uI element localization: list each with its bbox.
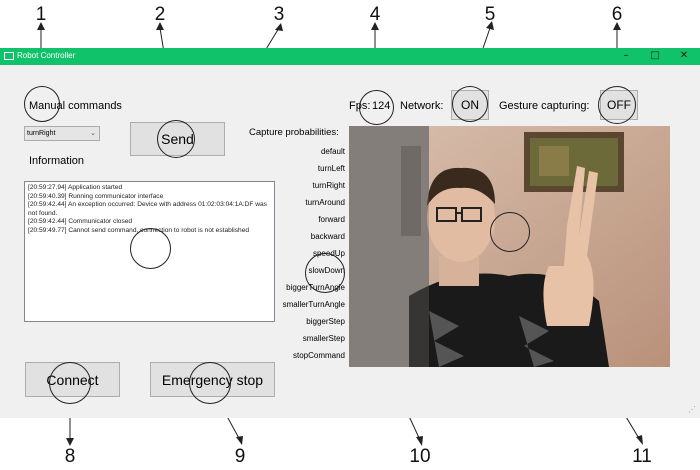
network-label: Network: [400, 100, 444, 112]
callout-circle-4 [359, 90, 394, 125]
app-icon [4, 52, 14, 60]
callout-circle-2 [157, 120, 195, 158]
callout-number-1: 1 [35, 4, 47, 25]
callout-number-9: 9 [234, 446, 246, 467]
probability-label-backward: backward [310, 232, 345, 241]
callout-number-3: 3 [273, 4, 285, 25]
callout-number-6: 6 [611, 4, 623, 25]
probability-label-default: default [320, 147, 345, 156]
command-select-value: turnRight [27, 130, 56, 137]
callout-number-5: 5 [484, 4, 496, 25]
callout-circle-8 [49, 362, 91, 404]
close-icon[interactable]: ✕ [674, 49, 694, 63]
callout-number-8: 8 [64, 446, 76, 467]
probability-label-smallerStep: smallerStep [302, 334, 345, 343]
probability-label-turnLeft: turnLeft [317, 164, 345, 173]
log-line: [20:59:27.94] Application started [28, 184, 123, 191]
probability-label-biggerStep: biggerStep [306, 317, 345, 326]
app-window: Robot Controller – □ ✕ Manual commands t… [0, 48, 700, 418]
chevron-down-icon: ⌄ [90, 130, 96, 137]
probability-label-turnAround: turnAround [305, 198, 345, 207]
callout-circle-11 [490, 212, 530, 252]
callout-number-11: 11 [632, 446, 652, 467]
probability-label-turnRight: turnRight [312, 181, 345, 190]
information-label: Information [29, 155, 85, 167]
minimize-icon[interactable]: – [616, 49, 636, 63]
command-select[interactable]: turnRight ⌄ [24, 126, 100, 141]
log-line: [20:59:42.44] An exception occurred: Dev… [28, 201, 269, 217]
callout-circle-3 [130, 228, 171, 269]
callout-circle-6 [598, 86, 636, 124]
maximize-icon[interactable]: □ [645, 49, 665, 63]
callout-circle-10 [305, 253, 345, 293]
log-line: [20:59:42.44] Communicator closed [28, 218, 133, 226]
probability-label-stopCommand: stopCommand [292, 351, 345, 360]
callout-circle-5 [452, 86, 488, 122]
resize-grip-icon[interactable]: ⋰ [688, 405, 696, 414]
probability-label-smallerTurnAngle: smallerTurnAngle [282, 300, 345, 309]
callout-number-4: 4 [369, 4, 381, 25]
callout-circle-1 [24, 86, 60, 122]
window-title: Robot Controller [17, 51, 76, 60]
gesture-capturing-label: Gesture capturing: [499, 100, 590, 112]
probability-label-forward: forward [318, 215, 345, 224]
log-line: [20:59:40.39] Running communicator inter… [28, 192, 164, 200]
capture-probabilities-title: Capture probabilities: [249, 127, 339, 138]
callout-circle-9 [189, 362, 231, 404]
title-bar: Robot Controller – □ ✕ [0, 48, 700, 65]
callout-number-2: 2 [154, 4, 166, 25]
callout-number-10: 10 [409, 446, 431, 467]
